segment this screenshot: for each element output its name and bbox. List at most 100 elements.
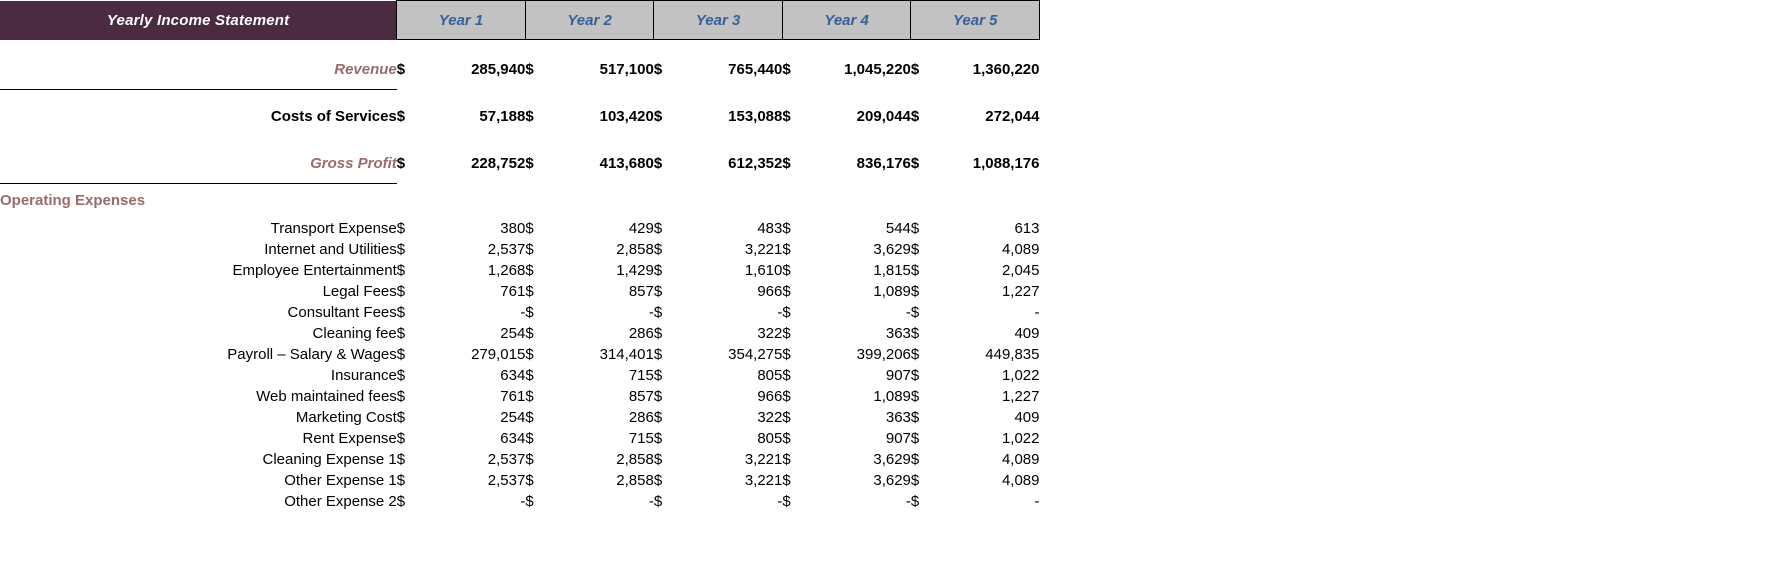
section-heading-operating-expenses: Operating Expenses <box>0 192 146 210</box>
cell-revenue-year-1: 285,940 <box>471 61 526 78</box>
table-cell-value: 254 <box>500 324 526 342</box>
table-cell-value: 363 <box>885 408 911 426</box>
currency-symbol: $ <box>782 366 791 384</box>
currency-symbol: $ <box>910 408 920 426</box>
currency-symbol: $ <box>653 429 663 447</box>
spacer-row <box>0 40 1040 50</box>
table-cell-value: 3,221 <box>744 450 783 468</box>
currency-symbol: $ <box>782 219 791 237</box>
currency-symbol: $ <box>653 61 663 78</box>
currency-symbol: $ <box>782 282 791 300</box>
currency-symbol: $ <box>396 282 406 300</box>
row-costs-of-services: Costs of Services $ 57,188 $ 103,420 $ 1… <box>0 97 1040 137</box>
cell-revenue-year-2: 517,100 <box>599 61 654 78</box>
table-cell-value: 966 <box>757 282 783 300</box>
row-label: Insurance <box>330 366 397 384</box>
currency-symbol: $ <box>525 366 534 384</box>
spacer-cell <box>0 90 1040 97</box>
row-label-costs-of-services: Costs of Services <box>270 108 397 125</box>
currency-symbol: $ <box>910 155 920 172</box>
table-cell-value: 399,206 <box>856 345 911 363</box>
currency-symbol: $ <box>653 282 663 300</box>
row-label-gross-profit: Gross Profit <box>0 143 397 184</box>
row-label: Cleaning fee <box>312 324 397 342</box>
row-label-revenue: Revenue <box>0 49 397 90</box>
table-cell-value: 1,227 <box>1001 387 1040 405</box>
cell-costs-year-1: 57,188 <box>479 108 526 125</box>
currency-symbol: $ <box>525 108 534 125</box>
currency-symbol: $ <box>782 408 791 426</box>
row-label: Employee Entertainment <box>232 261 397 279</box>
currency-symbol: $ <box>653 387 663 405</box>
currency-symbol: $ <box>525 345 534 363</box>
table-cell-value: 613 <box>1014 219 1040 237</box>
spacer-cell <box>0 137 1040 144</box>
currency-symbol: $ <box>396 408 406 426</box>
table-row: Insurance $634 $715 $805 $907 $1,022 <box>0 365 1040 386</box>
section-operating-expenses: Operating Expenses <box>0 184 1040 218</box>
table-cell-value: 1,610 <box>744 261 783 279</box>
currency-symbol: $ <box>396 240 406 258</box>
currency-symbol: $ <box>910 108 920 125</box>
currency-symbol: $ <box>653 408 663 426</box>
table-row: Legal Fees $761 $857 $966 $1,089 $1,227 <box>0 281 1040 302</box>
cell-gross-profit-year-1: 228,752 <box>471 155 526 172</box>
table-row: Cleaning Expense 1 $2,537 $2,858 $3,221 $3,6… <box>0 449 1040 470</box>
currency-symbol: $ <box>396 345 406 363</box>
table-cell-value: 2,537 <box>487 450 526 468</box>
currency-symbol: $ <box>910 324 920 342</box>
column-header-year-1: Year 1 <box>396 0 526 40</box>
table-row: Other Expense 1 $2,537 $2,858 $3,221 $3,629 $… <box>0 470 1039 491</box>
table-cell-value: 907 <box>885 366 911 384</box>
currency-symbol: $ <box>653 366 663 384</box>
table-cell-value: 1,089 <box>873 387 911 405</box>
currency-symbol: $ <box>910 366 920 384</box>
row-label: Consultant Fees <box>287 303 397 321</box>
table-cell-value: 429 <box>628 219 654 237</box>
row-label: Other Expense 1 <box>284 471 397 489</box>
table-cell-value: 715 <box>628 429 654 447</box>
currency-symbol: $ <box>653 492 663 510</box>
currency-symbol: $ <box>396 324 406 342</box>
table-cell-value: 1,022 <box>1001 429 1040 447</box>
row-revenue: Revenue $ 285,940 $ 517,100 $ 765,440 $ … <box>0 49 1040 90</box>
table-cell-value: 715 <box>628 366 654 384</box>
table-cell-value: 3,221 <box>744 240 783 258</box>
row-label: Payroll – Salary & Wages <box>227 345 397 363</box>
table-row: Internet and Utilities $2,537 $2,858 $3,221… <box>0 239 1040 260</box>
table-cell-value: 2,858 <box>616 471 654 489</box>
table-cell-value: 286 <box>628 408 654 426</box>
table-cell-value: 3,221 <box>744 471 783 489</box>
table-cell-value: - <box>520 303 526 321</box>
currency-symbol: $ <box>910 261 920 279</box>
table-cell-value: 2,858 <box>616 450 654 468</box>
currency-symbol: $ <box>653 345 663 363</box>
table-cell-value: 354,275 <box>728 345 783 363</box>
table-cell-value: - <box>1034 303 1040 321</box>
currency-symbol: $ <box>525 155 534 172</box>
currency-symbol: $ <box>910 492 920 510</box>
table-cell-value: 907 <box>885 429 911 447</box>
spacer-row <box>0 90 1040 97</box>
table-cell-value: - <box>777 492 783 510</box>
table-cell-value: 634 <box>500 366 526 384</box>
row-gross-profit: Gross Profit $ 228,752 $ 413,680 $ 612,3… <box>0 143 1040 184</box>
currency-symbol: $ <box>782 303 791 321</box>
currency-symbol: $ <box>653 261 663 279</box>
cell-gross-profit-year-3: 612,352 <box>728 155 783 172</box>
currency-symbol: $ <box>910 450 920 468</box>
currency-symbol: $ <box>396 61 406 78</box>
table-cell-value: 322 <box>757 324 783 342</box>
table-cell-value: 1,022 <box>1001 366 1040 384</box>
cell-revenue-year-5: 1,360,220 <box>972 61 1040 78</box>
currency-symbol: $ <box>525 450 534 468</box>
cell-gross-profit-year-5: 1,088,176 <box>972 155 1040 172</box>
table-cell-value: 4,089 <box>1001 240 1040 258</box>
currency-symbol: $ <box>525 492 534 510</box>
currency-symbol: $ <box>653 108 663 125</box>
currency-symbol: $ <box>910 303 920 321</box>
currency-symbol: $ <box>910 61 920 78</box>
table-cell-value: 363 <box>885 324 911 342</box>
table-cell-value: 761 <box>500 387 526 405</box>
currency-symbol: $ <box>396 219 406 237</box>
